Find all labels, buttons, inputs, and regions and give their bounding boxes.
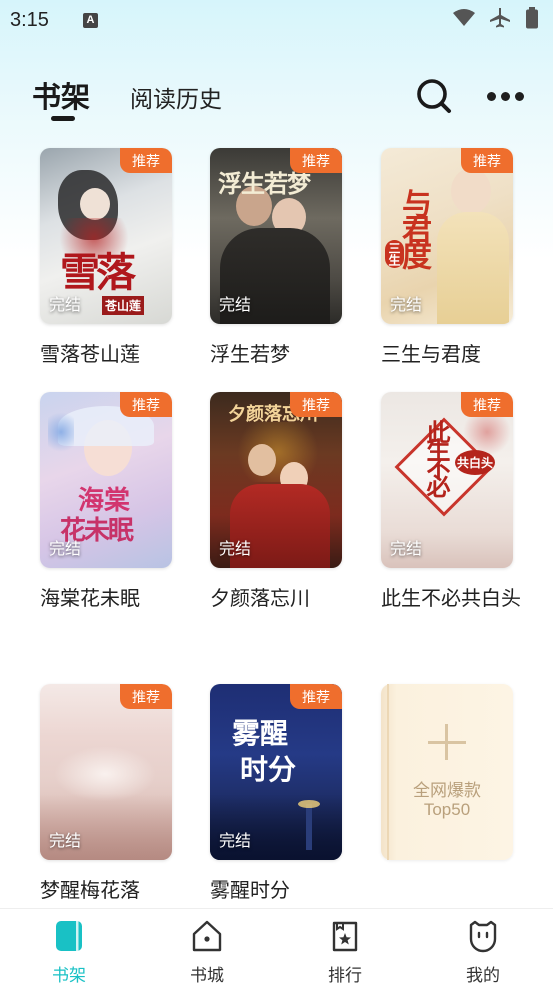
book-cover[interactable]: 浮生若梦 推荐 完结 — [210, 148, 342, 324]
bookstore-icon — [192, 920, 222, 952]
bookshelf-icon — [56, 921, 82, 951]
recommend-badge: 推荐 — [290, 148, 342, 173]
completed-label: 完结 — [49, 831, 82, 850]
recommend-badge: 推荐 — [461, 148, 513, 173]
cover-title-text: 雪落 — [60, 249, 136, 296]
recommend-badge: 推荐 — [290, 684, 342, 709]
completed-label: 完结 — [390, 539, 423, 558]
book-title: 此生不必共白头 — [381, 586, 521, 610]
book-title: 梦醒梅花落 — [40, 878, 140, 902]
book-title: 海棠花未眠 — [40, 586, 140, 610]
recommend-badge: 推荐 — [290, 392, 342, 417]
search-icon — [417, 79, 451, 113]
nav-item-bookshelf[interactable]: 书架 — [29, 919, 109, 983]
plus-icon — [428, 741, 466, 744]
nav-label: 书架 — [52, 966, 86, 983]
completed-label: 完结 — [49, 295, 82, 314]
book-title: 浮生若梦 — [210, 342, 290, 366]
completed-label: 完结 — [219, 539, 252, 558]
cover-subtitle-text: 三生 — [385, 240, 404, 268]
cover-title-text: 此生不必 — [422, 420, 451, 492]
recommend-badge: 推荐 — [461, 392, 513, 417]
nav-item-profile[interactable]: 我的 — [443, 919, 523, 983]
nav-item-ranking[interactable]: 排行 — [305, 919, 385, 983]
book-cover[interactable]: 推荐 完结 — [40, 684, 172, 860]
book-title: 雪落苍山莲 — [40, 342, 140, 366]
profile-icon — [469, 920, 497, 953]
nav-label: 我的 — [466, 966, 500, 983]
recommend-badge: 推荐 — [120, 684, 172, 709]
tab-bookshelf[interactable]: 书架 — [32, 74, 90, 116]
cover-title-text: 雾醒 — [232, 717, 289, 750]
wifi-icon — [453, 9, 475, 26]
header: 书架 阅读历史 — [0, 60, 553, 130]
book-cover[interactable]: 海棠 花未眠 推荐 完结 — [40, 392, 172, 568]
card-spine — [387, 684, 389, 860]
nav-label: 书城 — [190, 966, 224, 983]
recommend-badge: 推荐 — [120, 148, 172, 173]
recommend-badge: 推荐 — [120, 392, 172, 417]
book-title: 三生与君度 — [381, 342, 481, 366]
top50-sublabel: Top50 — [423, 800, 471, 819]
book-title: 夕颜落忘川 — [210, 586, 310, 610]
nav-label: 排行 — [328, 966, 362, 983]
more-dot-icon — [487, 91, 496, 101]
active-tab-indicator — [51, 116, 75, 121]
battery-icon — [526, 7, 538, 29]
notification-icon: A — [82, 12, 98, 28]
completed-label: 完结 — [219, 831, 252, 850]
more-options-button[interactable] — [487, 82, 527, 110]
completed-label: 完结 — [49, 539, 82, 558]
book-cover[interactable]: 雪落 苍山莲 推荐 完结 — [40, 148, 172, 324]
more-dot-icon — [515, 91, 524, 101]
top50-add-card[interactable]: 全网爆款 Top50 — [381, 684, 513, 860]
book-cover[interactable]: 此生不必 共白头 推荐 完结 — [381, 392, 513, 568]
completed-label: 完结 — [219, 295, 252, 314]
book-title: 雾醒时分 — [210, 878, 290, 902]
airplane-mode-icon — [490, 8, 510, 28]
ranking-icon — [332, 921, 358, 952]
cover-subtitle-text: 时分 — [240, 753, 297, 786]
status-time: 3:15 — [10, 8, 49, 31]
top50-label: 全网爆款 — [413, 781, 481, 801]
book-cover[interactable]: 夕颜落忘川 推荐 完结 — [210, 392, 342, 568]
book-cover[interactable]: 与君度 三生 推荐 完结 — [381, 148, 513, 324]
cover-subtitle-text: 共白头 — [455, 450, 496, 475]
book-cover[interactable]: 雾醒 时分 推荐 完结 — [210, 684, 342, 860]
status-bar: 3:15 A — [0, 0, 553, 40]
completed-label: 完结 — [390, 295, 423, 314]
nav-item-bookstore[interactable]: 书城 — [167, 919, 247, 983]
search-button[interactable] — [414, 76, 454, 116]
bottom-navigation: 书架 书城 排行 我的 — [0, 908, 553, 983]
tab-reading-history[interactable]: 阅读历史 — [130, 80, 222, 114]
more-dot-icon — [501, 91, 510, 101]
cover-subtitle-text: 苍山莲 — [102, 296, 145, 315]
